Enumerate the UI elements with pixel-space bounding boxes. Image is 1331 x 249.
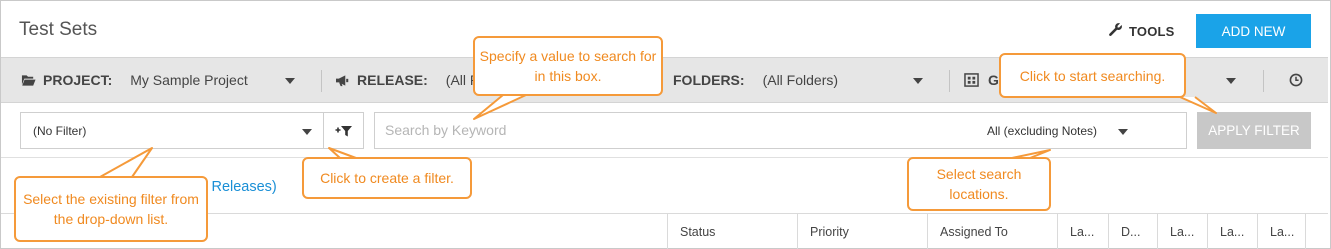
chevron-down-icon [285, 78, 295, 84]
divider [1, 157, 1328, 158]
chevron-down-icon[interactable] [1118, 129, 1128, 135]
separator [1263, 70, 1264, 92]
megaphone-icon [335, 74, 350, 87]
callout-start-search: Click to start searching. [999, 53, 1186, 98]
wrench-icon [1108, 22, 1123, 40]
column-header-priority[interactable]: Priority [797, 214, 927, 249]
column-header[interactable]: La... [1257, 214, 1305, 249]
callout-create-filter: Click to create a filter. [302, 157, 472, 199]
folder-open-icon [21, 74, 36, 87]
tools-button[interactable]: TOOLS [1108, 22, 1175, 40]
chevron-down-icon [913, 78, 923, 84]
add-new-button[interactable]: ADD NEW [1196, 14, 1311, 48]
project-value: My Sample Project [130, 72, 248, 88]
project-label: PROJECT: [43, 72, 113, 88]
column-header-status[interactable]: Status [667, 214, 797, 249]
search-box: All (excluding Notes) [374, 112, 1187, 149]
search-input[interactable] [385, 122, 945, 138]
column-header-assigned-to[interactable]: Assigned To [927, 214, 1057, 249]
callout-search-value: Specify a value to search for in this bo… [473, 36, 663, 96]
column-header[interactable]: La... [1207, 214, 1257, 249]
folders-value: (All Folders) [762, 72, 839, 88]
separator [949, 70, 950, 92]
folders-label: FOLDERS: [673, 72, 745, 88]
search-scope-selector[interactable]: All (excluding Notes) [987, 124, 1097, 138]
project-selector[interactable]: PROJECT: My Sample Project [21, 58, 301, 102]
column-header[interactable]: La... [1157, 214, 1207, 249]
page-title: Test Sets [19, 19, 98, 40]
apply-filter-button[interactable]: APPLY FILTER [1197, 112, 1311, 149]
column-header[interactable]: D... [1108, 214, 1157, 249]
filter-select[interactable]: (No Filter) [20, 112, 324, 149]
add-filter-icon [335, 124, 353, 138]
group-label: G [988, 72, 999, 88]
grid-icon [964, 73, 979, 87]
chevron-down-icon [1226, 78, 1236, 84]
search-scope-value: All (excluding Notes) [987, 124, 1098, 138]
folders-selector[interactable]: FOLDERS: (All Folders) [673, 58, 938, 102]
tools-label: TOOLS [1129, 23, 1175, 39]
clock-icon[interactable] [1289, 73, 1303, 87]
callout-existing-filter: Select the existing filter from the drop… [14, 176, 208, 242]
filter-select-value: (No Filter) [33, 123, 87, 138]
create-filter-button[interactable] [323, 112, 364, 149]
release-label: RELEASE: [357, 72, 428, 88]
column-header[interactable]: La... [1057, 214, 1108, 249]
callout-search-locations: Select search locations. [907, 157, 1051, 211]
separator [321, 70, 322, 92]
release-link[interactable]: ll Releases) [201, 179, 277, 195]
chevron-down-icon [302, 129, 312, 135]
column-header-spacer [1305, 214, 1328, 249]
